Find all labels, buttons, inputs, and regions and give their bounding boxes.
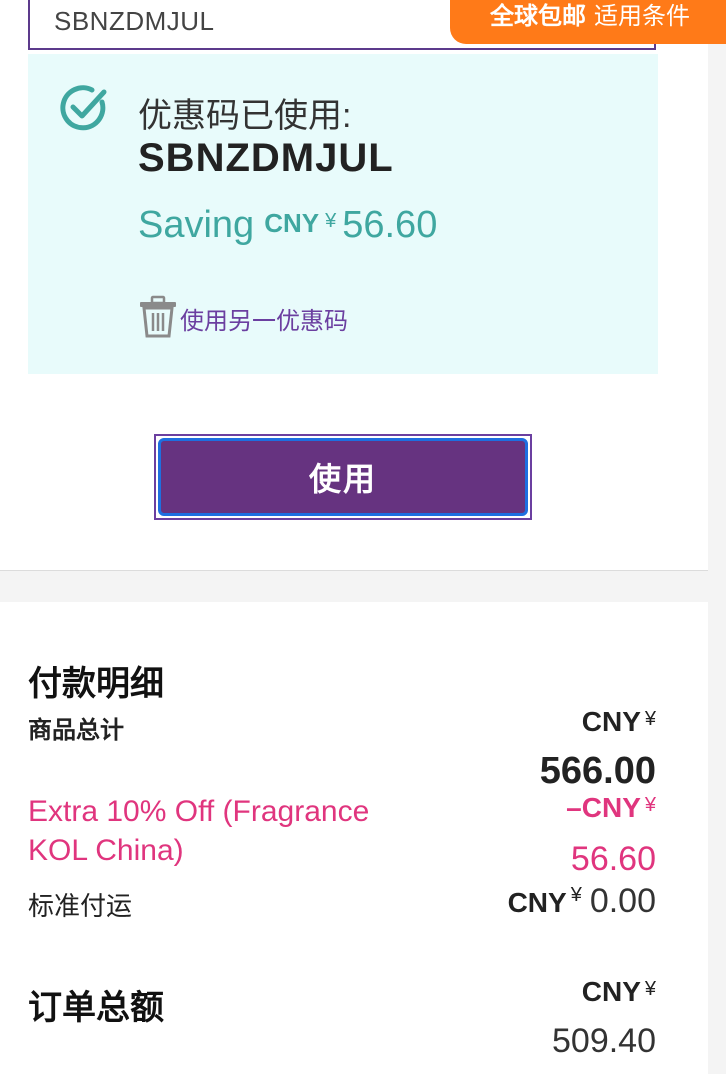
shipping-yen-symbol: ¥ (570, 884, 582, 906)
order-total-value: 509.40 (552, 1022, 656, 1060)
total-currency-code: CNY (581, 976, 641, 1007)
trash-icon[interactable] (138, 294, 178, 338)
saving-label: Saving (138, 204, 255, 246)
apply-coupon-button[interactable]: 使用 (158, 438, 528, 516)
order-total-currency: CNY ¥ (582, 976, 656, 1008)
discount-value: 56.60 (570, 840, 656, 878)
coupon-applied-label: 优惠码已使用: (138, 97, 352, 135)
saving-amount: Saving CNY ¥56.60 (138, 204, 437, 247)
apply-button-frame: 使用 (154, 434, 532, 520)
discount-yen-symbol: ¥ (644, 794, 656, 816)
payment-summary-panel: 付款明细 商品总计 CNY ¥ 566.00 Extra 10% Off (Fra… (0, 602, 708, 1074)
free-shipping-label: 全球包邮 (490, 3, 586, 30)
shipping-label: 标准付运 (28, 891, 133, 921)
payment-summary-title: 付款明细 (28, 665, 164, 703)
shipping-currency-code: CNY (507, 887, 567, 918)
use-another-coupon-link[interactable]: 使用另一优惠码 (138, 294, 348, 338)
saving-currency: CNY (264, 208, 320, 238)
shipping-price: CNY ¥0.00 (508, 882, 656, 921)
saving-yen-symbol: ¥ (325, 210, 337, 232)
subtotal-label: 商品总计 (28, 717, 124, 744)
free-shipping-promo-tab[interactable]: 全球包邮 适用条件 (450, 0, 726, 44)
discount-currency: –CNY ¥ (566, 792, 656, 824)
order-total-label: 订单总额 (28, 989, 164, 1027)
discount-sign: – (566, 792, 582, 823)
discount-label: Extra 10% Off (Fragrance KOL China) (28, 795, 370, 867)
subtotal-currency-code: CNY (581, 706, 641, 737)
subtotal-yen-symbol: ¥ (644, 708, 656, 730)
check-circle-icon (60, 85, 107, 131)
applied-coupon-code: SBNZDMJUL (138, 136, 394, 180)
use-another-coupon-label[interactable]: 使用另一优惠码 (180, 301, 348, 338)
saving-value: 56.60 (342, 204, 438, 246)
total-yen-symbol: ¥ (644, 978, 656, 1000)
shipping-value: 0.00 (589, 882, 656, 920)
terms-link[interactable]: 适用条件 (594, 3, 690, 30)
discount-currency-code: CNY (581, 792, 641, 823)
coupon-applied-box: 优惠码已使用: SBNZDMJUL Saving CNY ¥56.60 使用另一优惠… (28, 54, 658, 374)
subtotal-value: 566.00 (539, 750, 656, 792)
subtotal-currency: CNY ¥ (582, 706, 656, 738)
coupon-panel: SBNZDMJUL 优惠码已使用: SBNZDMJUL Saving CNY ¥56… (0, 0, 708, 571)
